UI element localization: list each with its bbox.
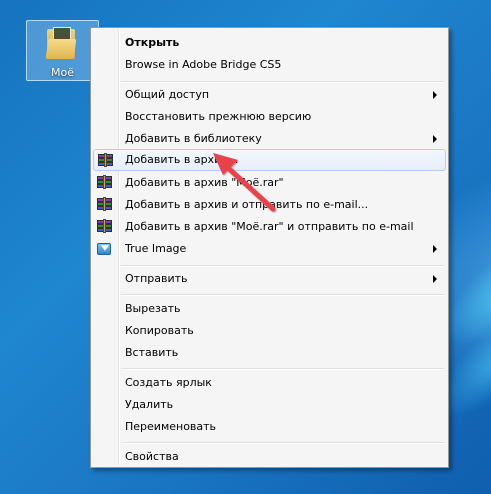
menu-item-label: Добавить в архив...	[125, 153, 239, 166]
menu-item-add-email[interactable]: Добавить в архив и отправить по e-mail..…	[93, 194, 446, 216]
winrar-archive-icon	[96, 197, 113, 213]
menu-item-label: Восстановить прежнюю версию	[125, 110, 312, 123]
menu-item-delete[interactable]: Удалить	[93, 394, 446, 416]
menu-item-send-to[interactable]: Отправить	[93, 268, 446, 290]
menu-item-label: Добавить в архив "Моё.rar"	[125, 176, 284, 189]
menu-item-label: Открыть	[125, 36, 180, 49]
menu-separator	[121, 81, 444, 83]
menu-item-properties[interactable]: Свойства	[93, 446, 446, 468]
chevron-right-icon	[433, 275, 437, 283]
menu-separator	[121, 265, 444, 267]
menu-item-open[interactable]: Открыть	[93, 32, 446, 54]
menu-separator	[121, 294, 444, 296]
menu-item-label: Удалить	[125, 398, 174, 411]
menu-item-create-shortcut[interactable]: Создать ярлык	[93, 372, 446, 394]
menu-item-cut[interactable]: Вырезать	[93, 298, 446, 320]
menu-item-label: Копировать	[125, 324, 194, 337]
menu-item-add-rar-email[interactable]: Добавить в архив "Моё.rar" и отправить п…	[93, 216, 446, 238]
menu-item-rename[interactable]: Переименовать	[93, 416, 446, 438]
menu-item-add-archive[interactable]: Добавить в архив...	[93, 149, 446, 171]
menu-item-label: Переименовать	[125, 420, 217, 433]
menu-item-label: Добавить в библиотеку	[125, 132, 262, 145]
chevron-right-icon	[433, 245, 437, 253]
menu-item-label: Свойства	[125, 450, 179, 463]
menu-item-paste[interactable]: Вставить	[93, 342, 446, 364]
menu-item-label: Вставить	[125, 346, 179, 359]
folder-icon	[45, 27, 77, 59]
menu-item-true-image[interactable]: True Image	[93, 238, 446, 260]
menu-item-restore-previous[interactable]: Восстановить прежнюю версию	[93, 106, 446, 128]
menu-item-label: Создать ярлык	[125, 376, 212, 389]
winrar-archive-icon	[96, 175, 113, 191]
menu-item-label: Общий доступ	[125, 88, 210, 101]
menu-item-label: Отправить	[125, 272, 188, 285]
menu-item-label: Вырезать	[125, 302, 181, 315]
menu-item-copy[interactable]: Копировать	[93, 320, 446, 342]
menu-item-label: True Image	[125, 242, 187, 255]
menu-item-label: Добавить в архив и отправить по e-mail..…	[125, 198, 369, 211]
context-menu: Открыть Browse in Adobe Bridge CS5 Общий…	[90, 27, 449, 468]
winrar-archive-icon	[96, 219, 113, 235]
desktop-folder-label: Моё	[51, 66, 74, 79]
menu-separator	[121, 442, 444, 444]
menu-separator	[121, 368, 444, 370]
chevron-right-icon	[433, 135, 437, 143]
menu-item-add-rar[interactable]: Добавить в архив "Моё.rar"	[93, 172, 446, 194]
desktop-folder-item[interactable]: Моё	[26, 20, 99, 81]
winrar-archive-icon	[97, 153, 114, 169]
menu-item-browse-bridge[interactable]: Browse in Adobe Bridge CS5	[93, 54, 446, 76]
menu-item-label: Добавить в архив "Моё.rar" и отправить п…	[125, 220, 414, 233]
menu-item-label: Browse in Adobe Bridge CS5	[125, 58, 282, 71]
menu-item-add-library[interactable]: Добавить в библиотеку	[93, 128, 446, 150]
true-image-icon	[96, 241, 113, 257]
menu-item-share[interactable]: Общий доступ	[93, 84, 446, 106]
chevron-right-icon	[433, 91, 437, 99]
